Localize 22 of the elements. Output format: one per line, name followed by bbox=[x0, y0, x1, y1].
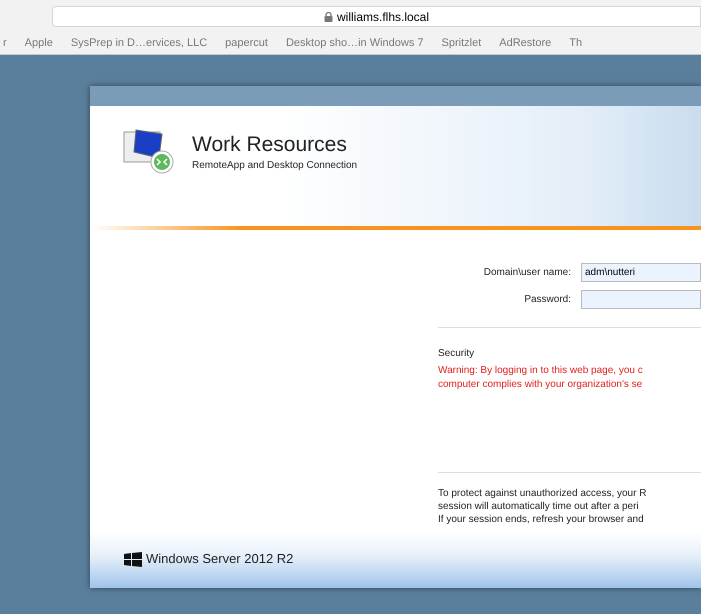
security-heading: Security bbox=[438, 347, 476, 361]
page-title: Work Resources bbox=[192, 132, 348, 158]
lock-icon bbox=[324, 12, 333, 22]
bookmark-link[interactable]: Spritzlet bbox=[442, 34, 482, 52]
field-label: Password: bbox=[523, 293, 571, 307]
bookmark-link[interactable]: r bbox=[3, 34, 7, 52]
address-text: williams.flhs.local bbox=[336, 8, 430, 26]
bookmark-link[interactable]: papercut bbox=[225, 34, 268, 52]
timeout-notice: To protect against unauthorized access, your R session will automatically time out after a peri If your session ends, refresh your browser and bbox=[438, 487, 648, 526]
address-bar[interactable]: williams.flhs.local bbox=[52, 6, 701, 27]
bookmark-link[interactable]: Apple bbox=[24, 34, 53, 52]
bookmark-link[interactable]: Desktop sho…in Windows 7 bbox=[286, 34, 424, 52]
product-name: Windows Server 2012 R2 bbox=[146, 550, 294, 568]
bookmark-link[interactable]: SysPrep in D…ervices, LLC bbox=[70, 34, 208, 52]
security-warning: Warning: By logging in to this web page, you c computer complies with your organization's se bbox=[438, 364, 644, 392]
bookmark-link[interactable]: AdRestore bbox=[499, 34, 552, 52]
field-label: Domain\user name: bbox=[482, 266, 571, 280]
windows-logo-icon bbox=[124, 552, 142, 566]
text-field[interactable]: adm\nutteri bbox=[581, 263, 701, 282]
page-subtitle: RemoteApp and Desktop Connection bbox=[192, 159, 358, 174]
text-field[interactable] bbox=[581, 290, 701, 309]
bookmark-link[interactable]: Th bbox=[569, 34, 582, 52]
